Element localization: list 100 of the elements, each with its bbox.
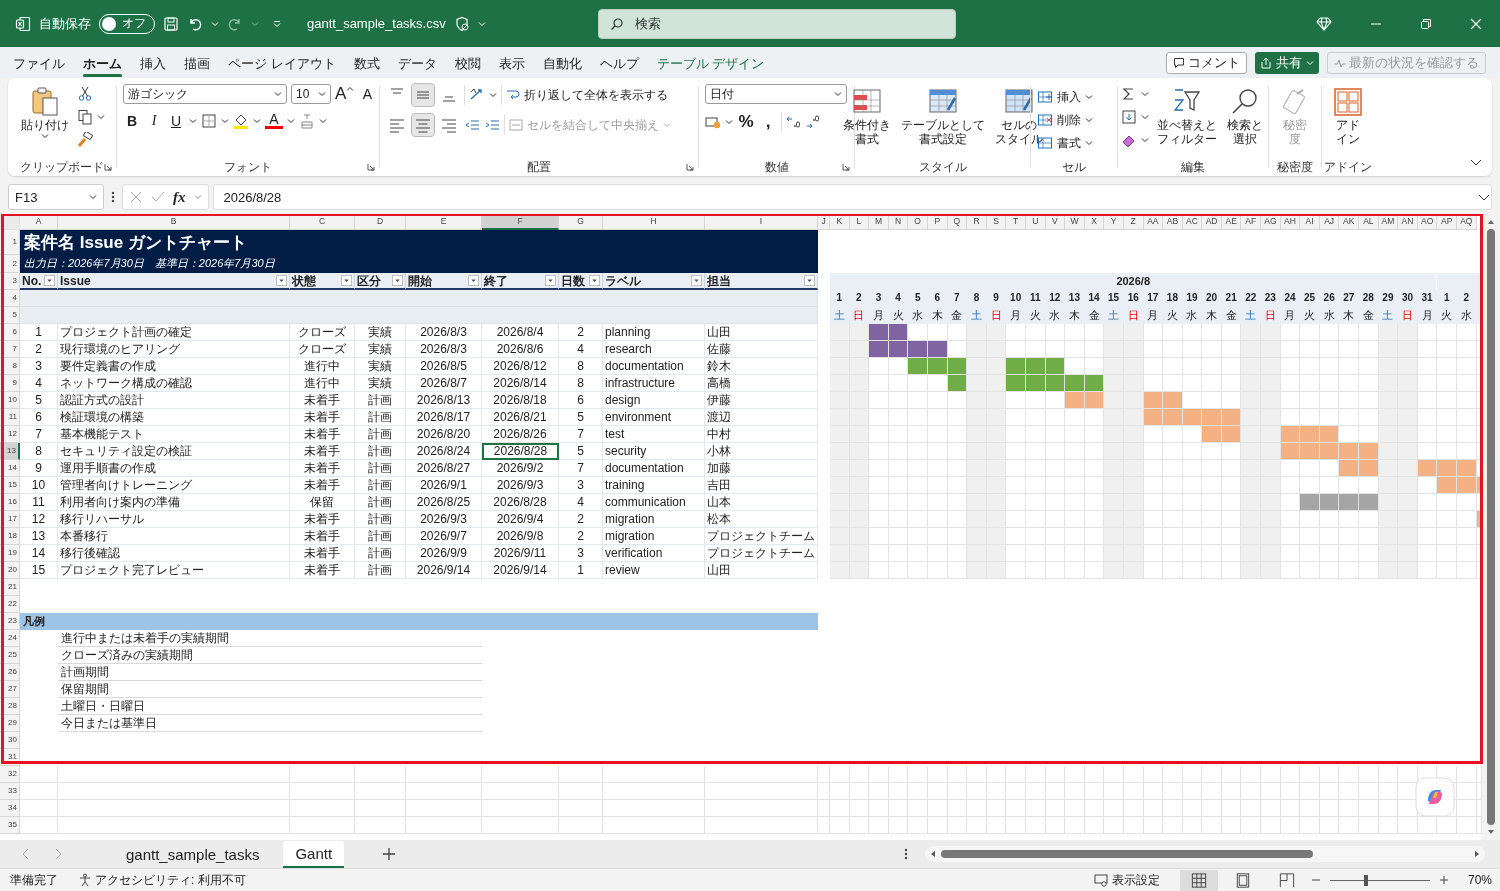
weekday-label: 土 bbox=[1241, 307, 1262, 324]
table-cell: documentation bbox=[603, 460, 705, 477]
table-cell: 4 bbox=[559, 341, 603, 358]
row-header[interactable]: 35 bbox=[0, 817, 20, 834]
table-cell: プロジェクト計画の確定 bbox=[58, 324, 290, 341]
number-style-button[interactable]: % bbox=[737, 112, 755, 132]
table-cell: 7 bbox=[559, 426, 603, 443]
menu-tab[interactable]: ファイル bbox=[4, 48, 74, 77]
row-header[interactable]: 34 bbox=[0, 800, 20, 817]
column-heading: 区分 bbox=[357, 273, 381, 288]
group-label: 秘密度 bbox=[1277, 159, 1313, 175]
increase-font-button[interactable]: A bbox=[335, 84, 355, 104]
add-ins-button[interactable]: アド イン bbox=[1330, 84, 1366, 148]
insert-function-button[interactable]: fx bbox=[173, 188, 186, 206]
file-name[interactable]: gantt_sample_tasks.csv bbox=[307, 16, 446, 31]
table-cell: 2026/8/26 bbox=[482, 426, 559, 443]
table-cell: documentation bbox=[603, 358, 705, 375]
table-cell: 3 bbox=[559, 477, 603, 494]
row-header[interactable]: 32 bbox=[0, 766, 20, 783]
zoom-level[interactable]: 70% bbox=[1467, 873, 1492, 887]
table-cell: 高橋 bbox=[705, 375, 818, 392]
table-cell: environment bbox=[603, 409, 705, 426]
table-cell: 未着手 bbox=[290, 528, 355, 545]
menu-tab[interactable]: ページ レイアウト bbox=[219, 48, 345, 77]
share-button[interactable]: 共有 bbox=[1255, 51, 1319, 74]
font-style-button[interactable]: U bbox=[167, 112, 185, 129]
table-cell: 4 bbox=[559, 494, 603, 511]
table-cell: 2026/8/12 bbox=[482, 358, 559, 375]
sheet-tab[interactable]: gantt_sample_tasks bbox=[114, 841, 272, 867]
weekday-label: 日 bbox=[1261, 307, 1281, 324]
table-cell: 8 bbox=[559, 375, 603, 392]
menu-tab[interactable]: 校閲 bbox=[445, 48, 490, 77]
menu-tab[interactable]: テーブル デザイン bbox=[647, 48, 774, 77]
weekday-label: 土 bbox=[830, 307, 850, 324]
weekday-label: 水 bbox=[908, 307, 928, 324]
menu-tab[interactable]: ヘルプ bbox=[590, 48, 648, 77]
weekday-label: 土 bbox=[1104, 307, 1124, 324]
table-cell: 8 bbox=[559, 358, 603, 375]
number-format-field[interactable]: 日付 bbox=[705, 84, 847, 104]
day-number: 27 bbox=[1339, 290, 1360, 307]
table-cell: 計画 bbox=[355, 494, 406, 511]
style-button[interactable]: テーブルとして 書式設定 bbox=[898, 84, 987, 148]
number-style-button[interactable]: , bbox=[759, 112, 777, 132]
menu-tab[interactable]: 挿入 bbox=[131, 48, 175, 77]
legend-item: 今日または基準日 bbox=[58, 715, 482, 732]
table-cell: 2026/8/5 bbox=[406, 358, 482, 375]
cells-button[interactable]: 挿入 bbox=[1037, 88, 1093, 106]
column-heading: 状態 bbox=[292, 273, 316, 288]
font-size-field[interactable]: 10 bbox=[291, 84, 331, 104]
table-cell: 移行リハーサル bbox=[58, 511, 290, 528]
menu-tab[interactable]: 数式 bbox=[344, 48, 389, 77]
group-label: スタイル bbox=[918, 159, 967, 175]
table-cell: 未着手 bbox=[290, 409, 355, 426]
name-box[interactable]: F13 bbox=[8, 184, 104, 210]
menu-tab[interactable]: 描画 bbox=[175, 48, 219, 77]
table-cell: 1 bbox=[20, 324, 58, 341]
table-cell: 松本 bbox=[705, 511, 818, 528]
table-cell: 基本機能テスト bbox=[58, 426, 290, 443]
font-color-button[interactable]: A bbox=[265, 112, 283, 129]
editing-button[interactable]: 検索と 選択 bbox=[1225, 84, 1265, 148]
accessibility-status[interactable]: アクセシビリティ: 利用不可 bbox=[78, 871, 246, 889]
decrease-font-button[interactable]: A bbox=[358, 86, 377, 102]
paste-button[interactable]: 貼り付け bbox=[19, 84, 71, 142]
table-cell: 2 bbox=[559, 511, 603, 528]
font-style-button[interactable]: I bbox=[145, 112, 163, 129]
row-header[interactable]: 2 bbox=[0, 255, 20, 273]
table-cell: 管理者向けトレーニング bbox=[58, 477, 290, 494]
table-cell: 8 bbox=[20, 443, 58, 460]
table-cell: 計画 bbox=[355, 528, 406, 545]
menu-tab[interactable]: 表示 bbox=[489, 48, 534, 77]
table-cell: 要件定義書の作成 bbox=[58, 358, 290, 375]
sheet-tab[interactable]: Gantt bbox=[283, 840, 345, 868]
formula-field[interactable]: 2026/8/28 bbox=[212, 184, 1492, 210]
editing-button[interactable]: 並べ替えと フィルター bbox=[1155, 84, 1219, 148]
row-header[interactable]: 1 bbox=[0, 230, 20, 255]
table-cell: 2026/8/4 bbox=[482, 324, 559, 341]
table-cell: planning bbox=[603, 324, 705, 341]
display-settings-button[interactable]: 表示設定 bbox=[1093, 871, 1160, 889]
table-cell: 計画 bbox=[355, 409, 406, 426]
search-field[interactable]: 検索 bbox=[597, 8, 956, 39]
menu-tab[interactable]: 自動化 bbox=[533, 48, 591, 77]
table-cell: 2026/8/17 bbox=[406, 409, 482, 426]
table-cell: 2026/8/7 bbox=[406, 375, 482, 392]
cells-button[interactable]: 削除 bbox=[1037, 111, 1093, 129]
table-cell: 計画 bbox=[355, 511, 406, 528]
menu-tab[interactable]: ホーム bbox=[74, 48, 131, 77]
table-cell: 実績 bbox=[355, 375, 406, 392]
table-cell: security bbox=[603, 443, 705, 460]
table-cell: 計画 bbox=[355, 426, 406, 443]
group-label: アドイン bbox=[1324, 159, 1372, 175]
column-heading: Issue bbox=[60, 273, 91, 288]
font-style-button[interactable]: B bbox=[123, 112, 141, 129]
comment-button[interactable]: コメント bbox=[1166, 51, 1247, 74]
wrap-text-button[interactable]: 折り返して全体を表示する bbox=[506, 86, 668, 104]
row-header[interactable]: 33 bbox=[0, 783, 20, 800]
table-cell: 利用者向け案内の準備 bbox=[58, 494, 290, 511]
table-cell: 15 bbox=[20, 562, 58, 579]
font-name-field[interactable]: 游ゴシック bbox=[123, 84, 287, 104]
table-cell: 5 bbox=[559, 409, 603, 426]
menu-tab[interactable]: データ bbox=[388, 48, 446, 77]
